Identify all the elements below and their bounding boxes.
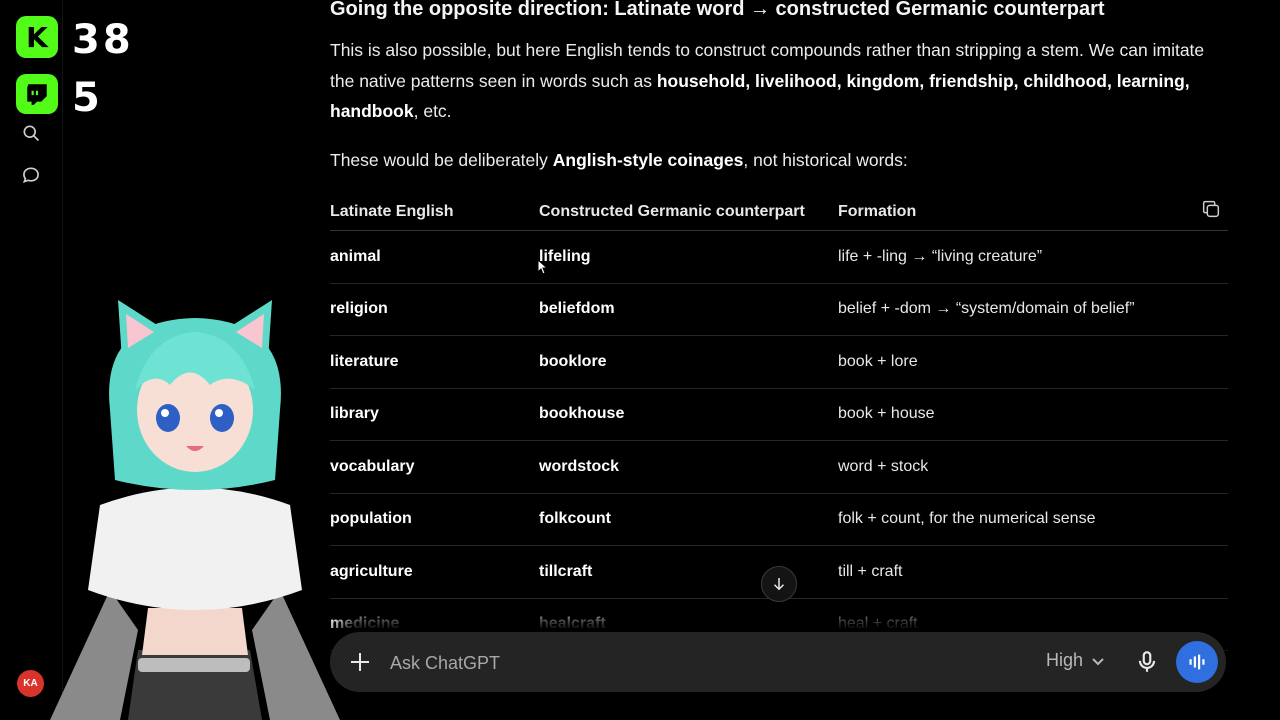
search-icon[interactable] [16,118,46,148]
arrow-down-icon [773,578,785,591]
chevron-down-icon [1092,657,1104,665]
formation-cell: word + stock [838,440,1228,494]
latinate-cell: animal [330,230,539,284]
germanic-cell: bookhouse [539,388,838,441]
twitch-follower-count: 5 [72,75,103,121]
germanic-cell: lifeling [539,230,838,284]
table-row: vocabulary wordstock word + stock [330,440,1228,494]
section-heading: Going the opposite direction: Latinate w… [330,0,1105,20]
table-row: animal lifeling life + -ling → “living c… [330,230,1228,284]
kick-logo: K [16,16,58,58]
table-header-row: Latinate English Constructed Germanic co… [330,194,1228,231]
paragraph-coinages: These would be deliberately Anglish-styl… [330,150,908,170]
attach-plus-button[interactable] [346,648,374,676]
latinate-cell: population [330,493,539,546]
reasoning-level-label: High [1046,650,1084,670]
table-row: religion beliefdom belief + -dom → “syst… [330,283,1228,336]
germanic-cell: folkcount [539,493,838,546]
reasoning-level-dropdown[interactable]: High [1046,650,1105,671]
formation-cell: life + -ling → “living creature” [838,230,1228,284]
kick-follower-count: 38 [72,17,134,63]
paragraph-compounds: This is also possible, but here English … [330,40,1205,121]
chat-bubble-icon[interactable] [16,160,46,190]
mouse-cursor-icon [537,259,547,275]
vtuber-avatar [50,300,340,720]
table-row: library bookhouse book + house [330,388,1228,441]
twitch-icon [16,74,58,114]
scroll-to-bottom-button[interactable] [761,566,797,602]
germanic-cell: wordstock [539,440,838,494]
latinate-cell: literature [330,335,539,389]
header-germanic: Constructed Germanic counterpart [539,194,838,231]
message-composer: High [330,632,1226,692]
formation-cell: folk + count, for the numerical sense [838,493,1228,546]
germanic-cell: beliefdom [539,283,838,336]
table-row: literature booklore book + lore [330,335,1228,389]
table-row: population folkcount folk + count, for t… [330,493,1228,546]
latinate-cell: vocabulary [330,440,539,494]
prompt-input[interactable] [388,646,952,680]
formation-cell: till + craft [838,545,1228,599]
voice-mode-button[interactable] [1176,641,1218,683]
latinate-cell: religion [330,283,539,336]
microphone-button[interactable] [1134,649,1160,675]
waveform-icon [1189,654,1205,670]
germanic-cell: booklore [539,335,838,389]
latinate-cell: agriculture [330,545,539,599]
formation-cell: book + lore [838,335,1228,389]
header-latinate: Latinate English [330,194,539,231]
formation-cell: book + house [838,388,1228,441]
plus-icon [351,653,369,671]
header-formation: Formation [838,194,1228,231]
formation-cell: belief + -dom → “system/domain of belief… [838,283,1228,336]
microphone-icon [1138,651,1156,672]
latinate-cell: library [330,388,539,441]
